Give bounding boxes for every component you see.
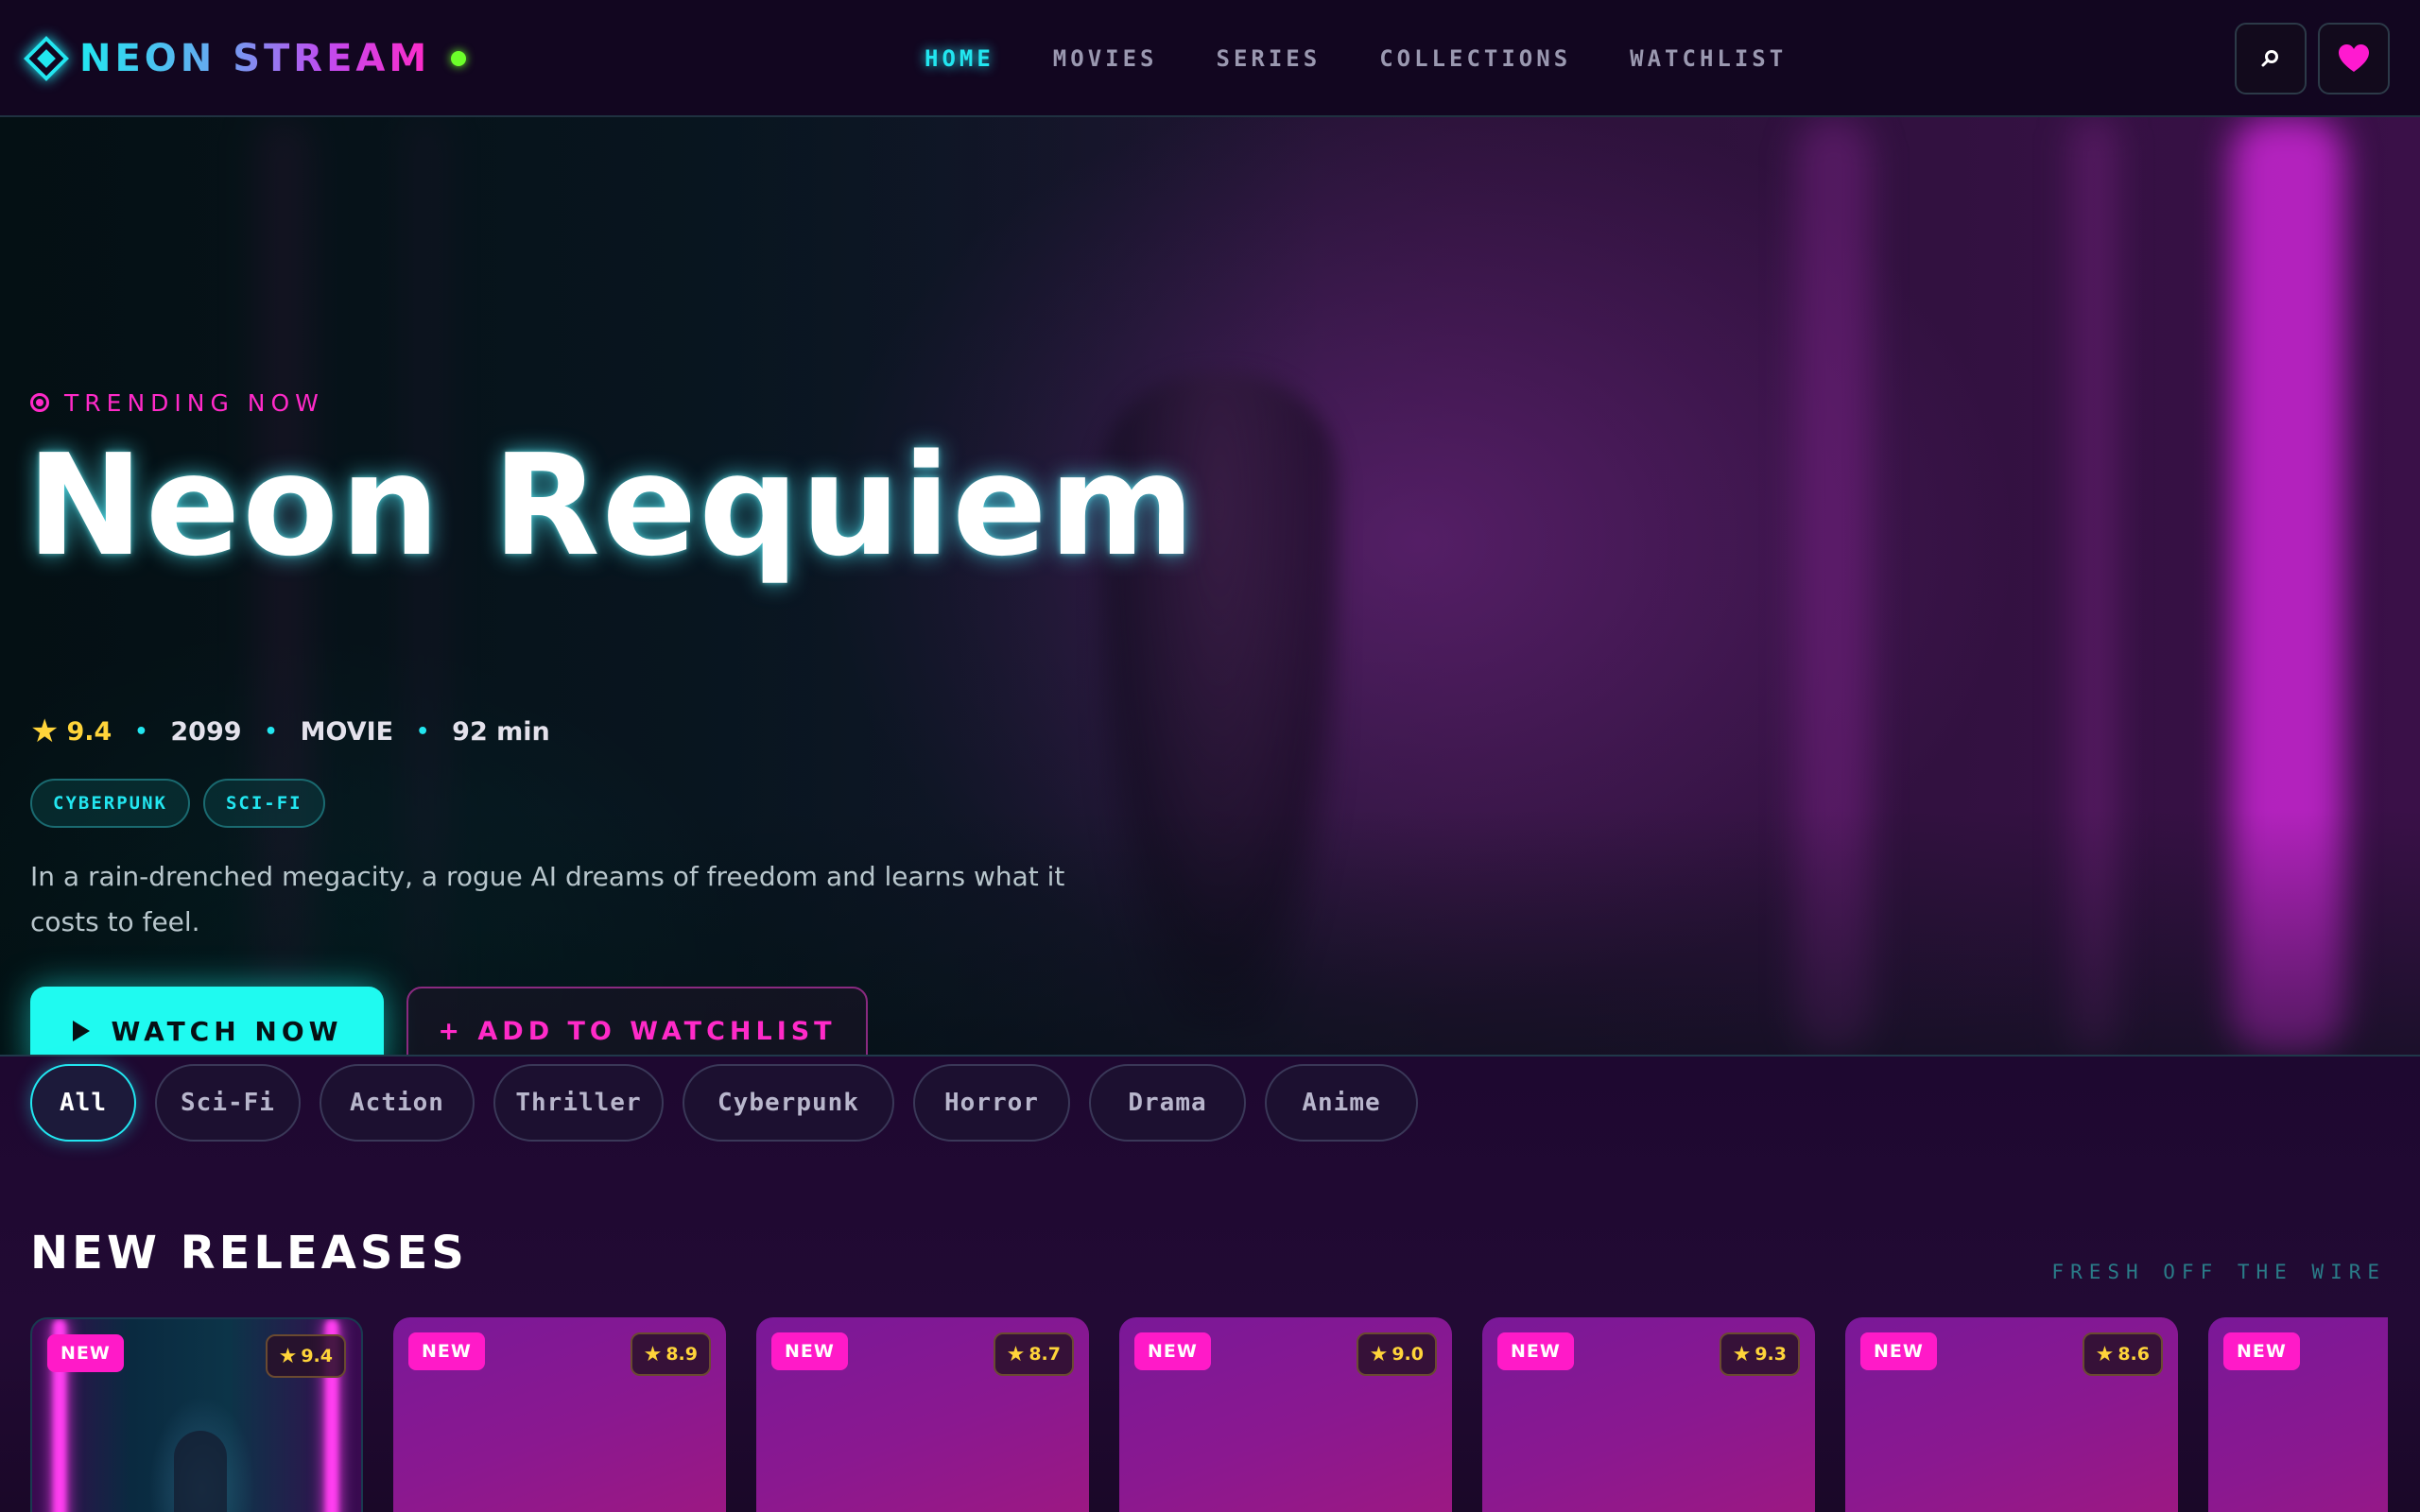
rating-badge: ★ 8.6	[2082, 1332, 2163, 1376]
card-rating: 9.3	[1754, 1344, 1787, 1365]
star-icon: ★	[2095, 1342, 2115, 1366]
meta-separator: •	[134, 719, 148, 744]
filter-chip-thriller[interactable]: Thriller	[493, 1064, 664, 1142]
filter-chip-cyberpunk[interactable]: Cyberpunk	[683, 1064, 894, 1142]
filter-chip-horror[interactable]: Horror	[913, 1064, 1070, 1142]
filter-chip-anime[interactable]: Anime	[1265, 1064, 1418, 1142]
filter-chip-action[interactable]: Action	[320, 1064, 475, 1142]
add-to-watchlist-label: + ADD TO WATCHLIST	[438, 1016, 837, 1046]
play-icon	[73, 1021, 91, 1041]
release-card[interactable]: NEW	[2208, 1317, 2388, 1512]
hero-year: 2099	[170, 716, 242, 747]
release-card[interactable]: NEW ★ 9.0	[1119, 1317, 1452, 1512]
release-card[interactable]: NEW ★ 9.4	[30, 1317, 363, 1512]
filter-chip-drama[interactable]: Drama	[1089, 1064, 1246, 1142]
genre-tag[interactable]: SCI-FI	[202, 779, 325, 828]
star-icon: ★	[30, 713, 60, 750]
card-rating: 8.7	[1028, 1344, 1061, 1365]
filter-chip-all[interactable]: All	[30, 1064, 136, 1142]
favorites-button[interactable]	[2318, 23, 2390, 94]
new-badge: NEW	[408, 1332, 485, 1370]
new-badge: NEW	[1497, 1332, 1574, 1370]
search-button[interactable]	[2235, 23, 2307, 94]
hero-duration: 92 min	[452, 716, 550, 747]
new-badge: NEW	[1134, 1332, 1211, 1370]
release-card[interactable]: NEW ★ 8.7	[756, 1317, 1089, 1512]
hero-title: Neon Requiem	[26, 424, 1197, 587]
card-rating: 9.4	[301, 1346, 333, 1366]
nav-link-series[interactable]: SERIES	[1217, 42, 1322, 76]
release-card[interactable]: NEW ★ 8.6	[1845, 1317, 2178, 1512]
star-icon: ★	[643, 1342, 663, 1366]
section-title: NEW RELEASES	[30, 1227, 468, 1280]
new-badge: NEW	[1860, 1332, 1937, 1370]
hero-type: MOVIE	[300, 716, 394, 747]
nav-link-home[interactable]: HOME	[925, 42, 994, 76]
section-subtitle: FRESH OFF THE WIRE	[2051, 1261, 2386, 1283]
logo-text: NEON STREAM	[79, 37, 431, 80]
star-icon: ★	[1369, 1342, 1389, 1366]
rating-badge: ★ 8.7	[993, 1332, 1074, 1376]
watch-now-label: WATCH NOW	[111, 1015, 343, 1047]
target-dot-icon	[30, 393, 49, 412]
trending-label: TRENDING NOW	[30, 386, 324, 420]
nav-links: HOME MOVIES SERIES COLLECTIONS WATCHLIST	[925, 42, 1845, 76]
card-rating: 8.6	[2118, 1344, 2150, 1365]
genre-filter-chips: All Sci-Fi Action Thriller Cyberpunk Hor…	[30, 1064, 1437, 1142]
add-to-watchlist-button[interactable]: + ADD TO WATCHLIST	[406, 987, 868, 1055]
star-icon: ★	[278, 1344, 298, 1368]
hero-meta: ★ 9.4 • 2099 • MOVIE • 92 min	[30, 711, 550, 752]
diamond-logo-icon	[23, 35, 70, 82]
hero-description: In a rain-drenched megacity, a rogue AI …	[30, 861, 1065, 937]
nav-link-collections[interactable]: COLLECTIONS	[1379, 42, 1571, 76]
new-releases-row: NEW ★ 9.4 NEW ★ 8.9 NEW ★ 8.7 NEW ★ 9.0 …	[30, 1317, 2388, 1512]
logo[interactable]: NEON STREAM	[23, 34, 467, 83]
heart-icon	[2339, 44, 2369, 72]
new-badge: NEW	[47, 1334, 124, 1372]
search-icon	[2261, 50, 2278, 67]
top-nav: NEON STREAM HOME MOVIES SERIES COLLECTIO…	[0, 0, 2420, 117]
rating-badge: ★ 8.9	[630, 1332, 711, 1376]
trending-text: TRENDING NOW	[64, 388, 324, 417]
genre-tag[interactable]: CYBERPUNK	[30, 779, 190, 828]
rating-badge: ★ 9.0	[1356, 1332, 1437, 1376]
nav-link-watchlist[interactable]: WATCHLIST	[1630, 42, 1787, 76]
card-rating: 9.0	[1392, 1344, 1424, 1365]
rating-badge: ★ 9.3	[1719, 1332, 1800, 1376]
star-icon: ★	[1732, 1342, 1752, 1366]
filter-chip-sci-fi[interactable]: Sci-Fi	[155, 1064, 301, 1142]
nav-link-movies[interactable]: MOVIES	[1053, 42, 1158, 76]
hero-rating: 9.4	[66, 716, 112, 747]
star-icon: ★	[1006, 1342, 1026, 1366]
poster-figure-image	[174, 1431, 227, 1512]
watch-now-button[interactable]: WATCH NOW	[30, 987, 384, 1055]
card-rating: 8.9	[666, 1344, 698, 1365]
release-card[interactable]: NEW ★ 8.9	[393, 1317, 726, 1512]
rating-badge: ★ 9.4	[265, 1334, 346, 1378]
meta-separator: •	[416, 719, 430, 744]
hero-tags: CYBERPUNK SCI-FI	[30, 779, 325, 828]
meta-separator: •	[264, 719, 278, 744]
new-badge: NEW	[771, 1332, 848, 1370]
hero-banner: TRENDING NOW Neon Requiem ★ 9.4 • 2099 •…	[0, 117, 2420, 1055]
new-badge: NEW	[2223, 1332, 2300, 1370]
live-status-dot	[451, 51, 467, 66]
release-card[interactable]: NEW ★ 9.3	[1482, 1317, 1815, 1512]
